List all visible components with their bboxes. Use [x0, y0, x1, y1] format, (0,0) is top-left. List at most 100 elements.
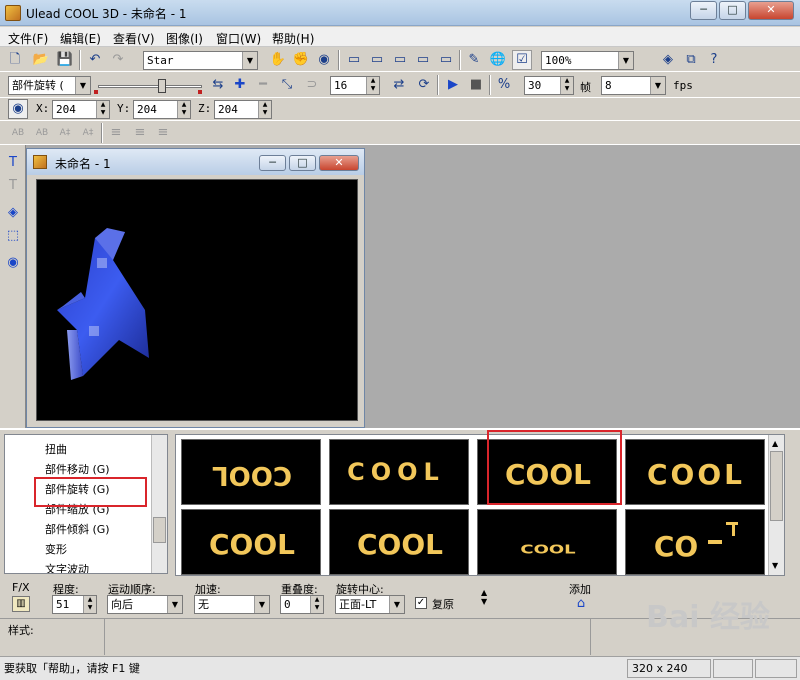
menu-file[interactable]: 文件(F)	[8, 30, 48, 47]
tree-item-part-move[interactable]: 部件移动 (G)	[45, 461, 110, 477]
scroll-down-icon[interactable]: ▼	[772, 561, 778, 570]
menu-view[interactable]: 查看(V)	[113, 30, 155, 47]
gallery-scrollbar[interactable]: ▲ ▼	[768, 435, 784, 575]
help-pointer-icon[interactable]: ?	[704, 50, 724, 70]
minimize-button[interactable]: ─	[690, 1, 717, 20]
align-center-icon[interactable]: ≡	[130, 123, 150, 143]
spin-arrows-icon[interactable]: ▲ ▼	[83, 596, 96, 613]
reverse-icon[interactable]: ⊃	[302, 75, 322, 95]
effect-thumbnail[interactable]: COOL	[329, 509, 469, 575]
overlap-spinner[interactable]: 0 ▲ ▼	[280, 595, 324, 614]
spin-arrows-icon[interactable]: ▲ ▼	[366, 77, 379, 94]
view-right-icon[interactable]: ▭	[413, 50, 433, 70]
zoom-combo[interactable]: 100% ▼	[541, 51, 634, 70]
spin-arrows-icon[interactable]: ▲ ▼	[560, 77, 573, 94]
align-right-icon[interactable]: ≡	[153, 123, 173, 143]
dvd-icon[interactable]: ◈	[658, 50, 678, 70]
spin-arrows-icon[interactable]: ▲ ▼	[177, 101, 190, 118]
add-keyframe-icon[interactable]: ✚	[230, 75, 250, 95]
font-combo[interactable]: Star ▼	[143, 51, 258, 70]
slider-thumb[interactable]	[158, 79, 166, 93]
char-spacing-dec-icon[interactable]: AB	[32, 123, 52, 143]
render-canvas[interactable]	[36, 179, 358, 421]
effect-thumbnail[interactable]: COOL	[181, 509, 321, 575]
remove-keyframe-icon[interactable]: ━	[253, 75, 273, 95]
move-object-icon[interactable]: ◉	[8, 99, 28, 119]
tree-item-part-skew[interactable]: 部件倾斜 (G)	[45, 521, 110, 537]
fit-object-icon[interactable]: ◉	[314, 50, 334, 70]
doc-close-button[interactable]: ✕	[319, 155, 359, 171]
char-spacing-icon[interactable]: AB	[8, 123, 28, 143]
effect-thumbnail[interactable]: CO	[625, 509, 765, 575]
tree-item-text-wave[interactable]: 文字波动	[45, 561, 89, 573]
effect-thumbnail[interactable]: COOL	[625, 439, 765, 505]
tree-item-distort[interactable]: 扭曲	[45, 441, 67, 457]
maximize-button[interactable]: □	[719, 1, 746, 20]
pingpong-icon[interactable]: ⟳	[414, 75, 434, 95]
z-spinner[interactable]: 204 ▲ ▼	[214, 100, 272, 119]
insert-text-icon[interactable]: T	[3, 153, 23, 173]
play-icon[interactable]: ▶	[443, 75, 463, 95]
restore-checkbox[interactable]: ✓	[415, 597, 427, 609]
spin-arrows-icon[interactable]: ▲ ▼	[258, 101, 271, 118]
effect-thumbnail[interactable]: COOL	[477, 509, 617, 575]
line-spacing-icon[interactable]: A‡	[55, 123, 75, 143]
total-frames-spinner[interactable]: 30 ▲ ▼	[524, 76, 574, 95]
align-left-icon[interactable]: ≡	[106, 123, 126, 143]
stop-icon[interactable]: ■	[466, 75, 486, 95]
line-spacing-dec-icon[interactable]: A‡	[78, 123, 98, 143]
tree-item-morph[interactable]: 变形	[45, 541, 67, 557]
undo-icon[interactable]: ↶	[85, 50, 105, 70]
insert-shape-icon[interactable]: ◈	[3, 203, 23, 223]
scroll-thumb[interactable]	[770, 451, 783, 521]
effect-thumbnail[interactable]: COOL	[329, 439, 469, 505]
scroll-up-icon[interactable]: ▲	[772, 439, 778, 448]
view-left-icon[interactable]: ▭	[390, 50, 410, 70]
keyframe-arrow-icon[interactable]: ⇆	[208, 75, 228, 95]
split-keyframe-icon[interactable]: ⤡	[277, 75, 297, 95]
new-file-icon[interactable]: 🗋	[5, 50, 25, 70]
menu-edit[interactable]: 编辑(E)	[60, 30, 101, 47]
fx-toggle-icon[interactable]: ▥	[12, 596, 30, 612]
select-icon[interactable]: ⬚	[3, 226, 23, 246]
spin-arrows-icon[interactable]: ▲ ▼	[310, 596, 323, 613]
object-lib-icon[interactable]: ◉	[3, 253, 23, 273]
edit-text-icon[interactable]: T	[3, 176, 23, 196]
object-combo[interactable]: 部件旋转 ( ▼	[8, 76, 91, 95]
effect-thumbnail[interactable]: COOL	[181, 439, 321, 505]
menu-image[interactable]: 图像(I)	[166, 30, 203, 47]
checklist-icon[interactable]: ☑	[512, 50, 532, 70]
scroll-thumb[interactable]	[153, 517, 166, 543]
timeline-slider[interactable]	[94, 77, 206, 95]
frame-spinner[interactable]: 16 ▲ ▼	[330, 76, 380, 95]
props-scroll-icon[interactable]: ▲ ▼	[481, 588, 487, 606]
view-top-icon[interactable]: ▭	[436, 50, 456, 70]
open-folder-icon[interactable]: 📂	[31, 50, 51, 70]
add-house-icon[interactable]: ⌂	[572, 596, 590, 612]
menu-help[interactable]: 帮助(H)	[272, 30, 314, 47]
doc-maximize-button[interactable]: □	[289, 155, 316, 171]
frame-percent-icon[interactable]: %	[494, 75, 514, 95]
x-spinner[interactable]: 204 ▲ ▼	[52, 100, 110, 119]
export-icon[interactable]: ⧉	[681, 50, 701, 70]
order-combo[interactable]: 向后 ▼	[107, 595, 183, 614]
accel-combo[interactable]: 无 ▼	[194, 595, 270, 614]
close-button[interactable]: ✕	[748, 1, 794, 20]
save-icon[interactable]: 💾	[55, 50, 75, 70]
loop-icon[interactable]: ⇄	[389, 75, 409, 95]
view-front-icon[interactable]: ▭	[344, 50, 364, 70]
degree-spinner[interactable]: 51 ▲ ▼	[52, 595, 97, 614]
menu-window[interactable]: 窗口(W)	[216, 30, 261, 47]
redo-icon[interactable]: ↷	[108, 50, 128, 70]
spin-arrows-icon[interactable]: ▲ ▼	[96, 101, 109, 118]
rotate-hand-icon[interactable]: ✊	[291, 50, 311, 70]
tree-scrollbar[interactable]	[151, 435, 167, 573]
y-spinner[interactable]: 204 ▲ ▼	[133, 100, 191, 119]
hand-icon[interactable]: ✋	[268, 50, 288, 70]
globe-icon[interactable]: 🌐	[488, 50, 508, 70]
fps-combo[interactable]: 8 ▼	[601, 76, 666, 95]
view-back-icon[interactable]: ▭	[367, 50, 387, 70]
camera-icon[interactable]: ✎	[464, 50, 484, 70]
center-combo[interactable]: 正面-LT ▼	[335, 595, 405, 614]
doc-minimize-button[interactable]: ─	[259, 155, 286, 171]
